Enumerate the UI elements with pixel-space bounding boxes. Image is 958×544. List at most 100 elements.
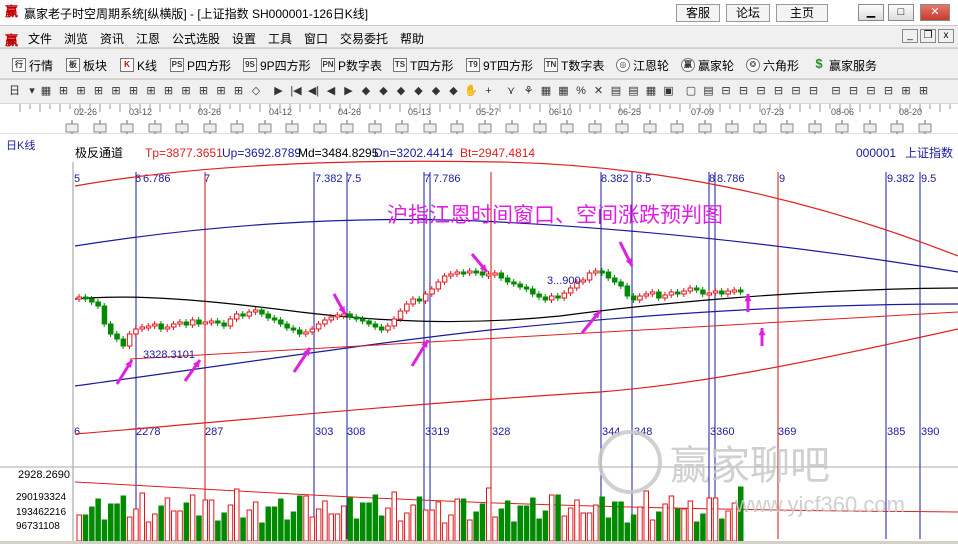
t-square-button[interactable]: TS T四方形 xyxy=(393,56,453,74)
maximize-icon[interactable]: □ xyxy=(888,4,914,21)
draw-icon[interactable]: ⊟ xyxy=(805,83,822,100)
close-icon[interactable]: ✕ xyxy=(920,4,950,21)
list-icon[interactable]: ▤ xyxy=(700,83,717,100)
quotes-button[interactable]: 行行情 xyxy=(12,56,53,74)
t-number-table-button[interactable]: TN T数字表 xyxy=(544,56,604,74)
candle-body xyxy=(227,318,234,327)
list-icon[interactable]: ▤ xyxy=(625,83,642,100)
first-bar-icon[interactable]: |◀ xyxy=(288,83,305,100)
9p-square-button[interactable]: 9S 9P四方形 xyxy=(243,56,311,74)
hexagon-button[interactable]: ❂ 六角形 xyxy=(746,56,799,74)
candle-body xyxy=(385,325,391,331)
draw-icon[interactable]: ⊟ xyxy=(863,83,880,100)
pointer-tool-icon[interactable]: ▶ xyxy=(270,83,287,100)
flower-icon[interactable]: ⚘ xyxy=(520,83,537,100)
table-icon[interactable]: ▦ xyxy=(555,83,572,100)
chart-area[interactable]: 日K线 极反通道 Tp=3877.3651 Up=3692.8789 Md=34… xyxy=(0,134,958,542)
menu-info[interactable]: 资讯 xyxy=(100,30,124,47)
next-bar-icon[interactable]: ▶ xyxy=(340,83,357,100)
homepage-button[interactable]: 主页 xyxy=(776,4,828,22)
chart-svg[interactable]: 日K线 极反通道 Tp=3877.3651 Up=3692.8789 Md=34… xyxy=(0,134,958,542)
bar-tool-icon[interactable]: ⊞ xyxy=(73,83,90,100)
period-select-icon[interactable]: 日 xyxy=(6,83,23,100)
app-logo-icon: 赢 xyxy=(5,4,19,19)
minimize-icon[interactable]: ▁ xyxy=(858,4,884,21)
pattern-icon[interactable]: ⋎ xyxy=(503,83,520,100)
top-cycle-label: 5 xyxy=(74,173,80,185)
draw-icon[interactable]: ⊟ xyxy=(770,83,787,100)
draw-icon[interactable]: ⊟ xyxy=(718,83,735,100)
menu-settings[interactable]: 设置 xyxy=(232,30,256,47)
p-number-table-button[interactable]: PN P数字表 xyxy=(321,56,382,74)
layout-icon[interactable]: ⊞ xyxy=(898,83,915,100)
customer-service-button[interactable]: 客服 xyxy=(676,4,720,22)
candle-body xyxy=(202,321,208,325)
forum-button[interactable]: 论坛 xyxy=(726,4,770,22)
last-bar-icon[interactable]: ◀| xyxy=(305,83,322,100)
draw-icon[interactable]: ⊟ xyxy=(788,83,805,100)
menu-tools[interactable]: 工具 xyxy=(268,30,292,47)
draw-icon[interactable]: ⊟ xyxy=(828,83,845,100)
winner-wheel-button[interactable]: 赢赢家轮 xyxy=(681,56,734,74)
percent-icon[interactable]: % xyxy=(573,83,590,100)
zoom-tool-icon[interactable]: ◆ xyxy=(410,83,427,100)
sector-button[interactable]: 板板块 xyxy=(66,56,107,74)
winner-service-button[interactable]: $ 赢家服务 xyxy=(812,56,877,74)
volume-bar xyxy=(328,513,334,542)
mdi-restore-icon[interactable]: ❐ xyxy=(920,29,936,43)
window-icon[interactable]: ▢ xyxy=(683,83,700,100)
bar-tool-icon[interactable]: ⊞ xyxy=(55,83,72,100)
draw-icon[interactable]: ⊟ xyxy=(735,83,752,100)
bar-tool-icon[interactable]: ⊞ xyxy=(90,83,107,100)
kline-button[interactable]: K K线 xyxy=(120,56,157,74)
candle-body xyxy=(139,326,145,330)
zoom-tool-icon[interactable]: ◆ xyxy=(358,83,375,100)
bar-tool-icon[interactable]: ⊞ xyxy=(125,83,142,100)
bottom-cycle-label: 303 xyxy=(315,426,333,438)
bar-tool-icon[interactable]: ⊞ xyxy=(230,83,247,100)
hand-icon[interactable]: ✋ xyxy=(463,83,480,100)
grid-icon[interactable]: ▦ xyxy=(643,83,660,100)
draw-icon[interactable]: ⊟ xyxy=(753,83,770,100)
volume-bar xyxy=(567,507,574,542)
zoom-tool-icon[interactable]: ◆ xyxy=(375,83,392,100)
volume-bar xyxy=(656,511,662,542)
p-square-button[interactable]: PS P四方形 xyxy=(170,56,231,74)
table-icon[interactable]: ▦ xyxy=(538,83,555,100)
menu-window[interactable]: 窗口 xyxy=(304,30,328,47)
list-icon[interactable]: ▤ xyxy=(608,83,625,100)
menu-formula-select[interactable]: 公式选股 xyxy=(172,30,220,47)
mdi-minimize-icon[interactable]: _ xyxy=(902,29,918,43)
grid-tool-icon[interactable]: ▦ xyxy=(38,83,55,100)
draw-icon[interactable]: ⊟ xyxy=(880,83,897,100)
zoom-tool-icon[interactable]: ◆ xyxy=(428,83,445,100)
bar-tool-icon[interactable]: ⊞ xyxy=(178,83,195,100)
layout-icon[interactable]: ⊞ xyxy=(915,83,932,100)
menu-gann[interactable]: 江恩 xyxy=(136,30,160,47)
menu-trade[interactable]: 交易委托 xyxy=(340,30,388,47)
menu-help[interactable]: 帮助 xyxy=(400,30,424,47)
zoom-tool-icon[interactable]: ◆ xyxy=(445,83,462,100)
draw-icon[interactable]: ⊟ xyxy=(845,83,862,100)
bar-tool-icon[interactable]: ⊞ xyxy=(108,83,125,100)
zoom-tool-icon[interactable]: ◆ xyxy=(393,83,410,100)
save-icon[interactable]: ▣ xyxy=(660,83,677,100)
9p-square-label: 9P四方形 xyxy=(260,58,311,73)
candle-body xyxy=(429,288,435,295)
gann-wheel-button[interactable]: ◎ 江恩轮 xyxy=(616,56,669,74)
9t-square-button[interactable]: T9 9T四方形 xyxy=(466,56,533,74)
bar-tool-icon[interactable]: ⊞ xyxy=(213,83,230,100)
bar-tool-icon[interactable]: ⊞ xyxy=(160,83,177,100)
menu-file[interactable]: 文件 xyxy=(28,30,52,47)
bar-tool-icon[interactable]: ⊞ xyxy=(195,83,212,100)
crosshair-icon[interactable]: + xyxy=(480,83,497,100)
diamond-tool-icon[interactable]: ◇ xyxy=(248,83,265,100)
date-label: 04-12 xyxy=(269,107,292,117)
bar-tool-icon[interactable]: ⊞ xyxy=(143,83,160,100)
candle-body xyxy=(448,273,454,277)
menu-browse[interactable]: 浏览 xyxy=(64,30,88,47)
prev-bar-icon[interactable]: ◀ xyxy=(323,83,340,100)
volume-bar xyxy=(334,513,341,542)
cross-icon[interactable]: ✕ xyxy=(590,83,607,100)
mdi-close-icon[interactable]: x xyxy=(938,29,954,43)
